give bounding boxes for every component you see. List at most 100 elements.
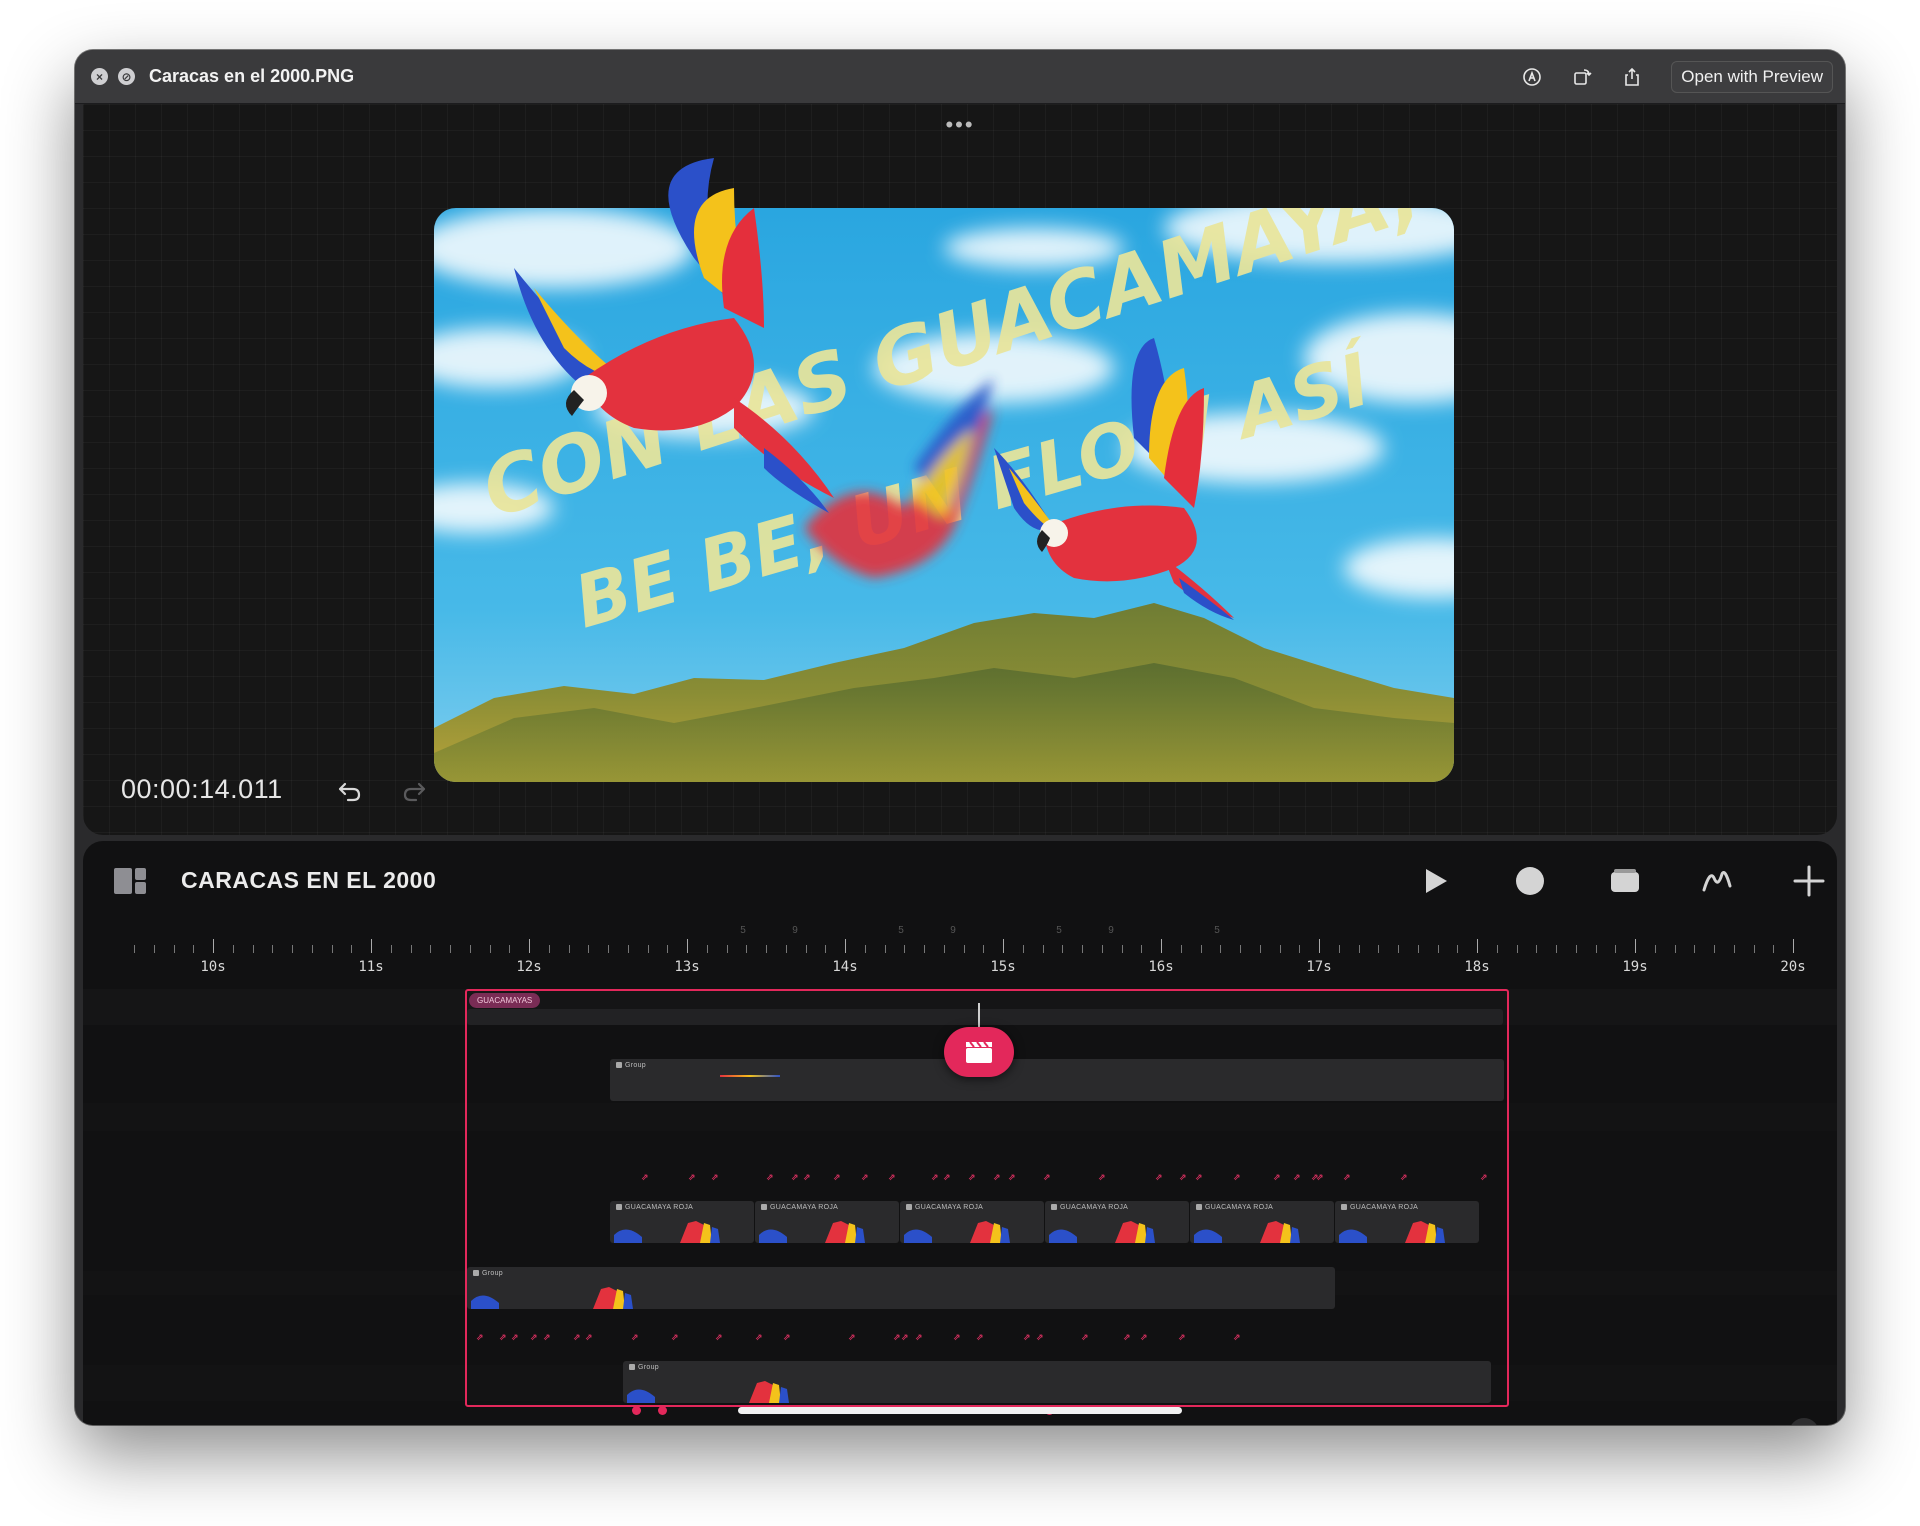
keyframe-marker[interactable]: ⇗ xyxy=(1480,1172,1488,1183)
edit-icon[interactable]: ⊘ xyxy=(118,68,135,85)
keyframe-marker[interactable]: ⇗ xyxy=(1123,1332,1131,1343)
rotate-icon[interactable] xyxy=(1571,66,1593,88)
keyframe-marker[interactable]: ⇗ xyxy=(476,1332,484,1343)
ruler-tick xyxy=(1477,939,1478,953)
ruler-tick xyxy=(469,945,471,953)
ruler-tick xyxy=(904,945,906,953)
clip-thumbnail xyxy=(757,1217,871,1243)
ruler-tick xyxy=(1694,945,1696,953)
clip-thumbnail xyxy=(1337,1217,1451,1243)
keyframe-marker[interactable]: ⇗ xyxy=(641,1172,649,1183)
keyframe-marker[interactable]: ⇗ xyxy=(888,1172,896,1183)
markup-icon[interactable] xyxy=(1521,66,1543,88)
keyframe-marker[interactable]: ⇗ xyxy=(755,1332,763,1343)
keyframe-marker[interactable]: ⇗ xyxy=(1155,1172,1163,1183)
ruler-tick xyxy=(331,945,333,953)
keyframe-marker[interactable]: ⇗ xyxy=(1140,1332,1148,1343)
keyframe-marker[interactable]: ⇗ xyxy=(1008,1172,1016,1183)
ruler-tick xyxy=(687,939,688,953)
keyframe-marker[interactable]: ⇗ xyxy=(1043,1172,1051,1183)
keyframe-marker[interactable]: ⇗ xyxy=(976,1332,984,1343)
keyframe-marker[interactable]: ⇗ xyxy=(1293,1172,1301,1183)
keyframe-marker[interactable]: ⇗ xyxy=(783,1332,791,1343)
keyframe-marker[interactable]: ⇗ xyxy=(968,1172,976,1183)
keyframe-marker[interactable]: ⇗ xyxy=(688,1172,696,1183)
ruler-tick xyxy=(1496,945,1498,953)
keyframe-marker[interactable]: ⇗ xyxy=(499,1332,507,1343)
open-with-preview-button[interactable]: Open with Preview xyxy=(1671,60,1833,93)
share-icon[interactable] xyxy=(1621,66,1643,88)
layers-icon[interactable] xyxy=(1605,861,1645,901)
project-browser-icon[interactable] xyxy=(113,867,147,895)
app-window: × ⊘ Caracas en el 2000.PNG Open with Pre… xyxy=(75,50,1845,1425)
keyframe-marker[interactable]: ⇗ xyxy=(1316,1172,1324,1183)
ruler-tick xyxy=(1022,945,1024,953)
ruler-tick xyxy=(1279,945,1281,953)
group-track[interactable] xyxy=(467,1009,1503,1025)
keyframe-marker[interactable]: ⇗ xyxy=(671,1332,679,1343)
keyframe-marker[interactable]: ⇗ xyxy=(1178,1332,1186,1343)
keyframe-marker[interactable]: ⇗ xyxy=(766,1172,774,1183)
record-icon[interactable] xyxy=(1510,861,1550,901)
draw-icon[interactable] xyxy=(1697,861,1737,901)
keyframe-marker[interactable]: ⇗ xyxy=(573,1332,581,1343)
keyframe-marker[interactable]: ⇗ xyxy=(931,1172,939,1183)
ruler-tick xyxy=(450,945,451,953)
ruler-faint-label: 9 xyxy=(1108,925,1114,936)
keyframe-marker[interactable]: ⇗ xyxy=(803,1172,811,1183)
ruler-tick xyxy=(1042,945,1044,953)
ruler-tick xyxy=(1200,945,1202,953)
keyframe-marker[interactable]: ⇗ xyxy=(1036,1332,1044,1343)
add-icon[interactable] xyxy=(1789,861,1829,901)
keyframe-marker[interactable]: ⇗ xyxy=(1179,1172,1187,1183)
ruler-tick xyxy=(272,945,274,953)
home-indicator[interactable] xyxy=(738,1407,1182,1414)
keyframe-marker[interactable]: ⇗ xyxy=(1233,1172,1241,1183)
keyframe-marker[interactable]: ⇗ xyxy=(1400,1172,1408,1183)
ruler-tick xyxy=(213,939,214,953)
close-icon[interactable]: × xyxy=(91,68,108,85)
ruler-tick xyxy=(1220,945,1222,953)
scene-image: CON LAS GUACAMAYA, BE BE, UN FLOW ASÍ xyxy=(434,158,1454,782)
keyframe-marker[interactable]: ⇗ xyxy=(1195,1172,1203,1183)
keyframe-marker[interactable]: ⇗ xyxy=(1098,1172,1106,1183)
keyframe-marker[interactable]: ⇗ xyxy=(993,1172,1001,1183)
keyframe-marker[interactable]: ⇗ xyxy=(1273,1172,1281,1183)
keyframe-marker[interactable]: ⇗ xyxy=(953,1332,961,1343)
keyframe-marker[interactable]: ⇗ xyxy=(585,1332,593,1343)
keyframe-marker[interactable]: ⇗ xyxy=(711,1172,719,1183)
group-tag[interactable]: GUACAMAYAS xyxy=(469,993,541,1008)
play-icon[interactable] xyxy=(1415,861,1455,901)
timeline-ruler[interactable]: 10s 11s 12s 13s 14s 15s 16s 17s 18s 19s 20s 5 9 5 9 5 9 5 xyxy=(83,923,1837,983)
undo-icon[interactable] xyxy=(336,776,364,804)
keyframe-marker[interactable]: ⇗ xyxy=(715,1332,723,1343)
keyframe-marker[interactable]: ⇗ xyxy=(861,1172,869,1183)
keyframe-marker[interactable]: ⇗ xyxy=(901,1332,909,1343)
keyframe-dot[interactable] xyxy=(658,1406,667,1415)
keyframe-marker[interactable]: ⇗ xyxy=(1023,1332,1031,1343)
ruler-label: 20s xyxy=(1780,959,1806,975)
keyframe-marker[interactable]: ⇗ xyxy=(848,1332,856,1343)
keyframe-marker[interactable]: ⇗ xyxy=(915,1332,923,1343)
playhead-handle[interactable] xyxy=(944,1027,1014,1077)
more-options-icon[interactable]: ••• xyxy=(945,114,974,136)
keyframe-marker[interactable]: ⇗ xyxy=(543,1332,551,1343)
ruler-tick xyxy=(1417,945,1419,953)
ruler-label: 15s xyxy=(990,959,1016,975)
group-clip[interactable]: Group xyxy=(610,1059,1504,1101)
keyframe-marker[interactable]: ⇗ xyxy=(1343,1172,1351,1183)
ruler-faint-label: 5 xyxy=(740,925,746,936)
keyframe-marker[interactable]: ⇗ xyxy=(833,1172,841,1183)
redo-icon[interactable] xyxy=(400,776,428,804)
keyframe-marker[interactable]: ⇗ xyxy=(511,1332,519,1343)
keyframe-marker[interactable]: ⇗ xyxy=(893,1332,901,1343)
keyframe-dot[interactable] xyxy=(632,1406,641,1415)
ruler-tick xyxy=(1635,939,1636,953)
keyframe-marker[interactable]: ⇗ xyxy=(791,1172,799,1183)
keyframe-marker[interactable]: ⇗ xyxy=(1233,1332,1241,1343)
keyframe-marker[interactable]: ⇗ xyxy=(530,1332,538,1343)
keyframe-marker[interactable]: ⇗ xyxy=(631,1332,639,1343)
keyframe-marker[interactable]: ⇗ xyxy=(943,1172,951,1183)
keyframe-marker[interactable]: ⇗ xyxy=(1081,1332,1089,1343)
ruler-tick xyxy=(983,945,985,953)
